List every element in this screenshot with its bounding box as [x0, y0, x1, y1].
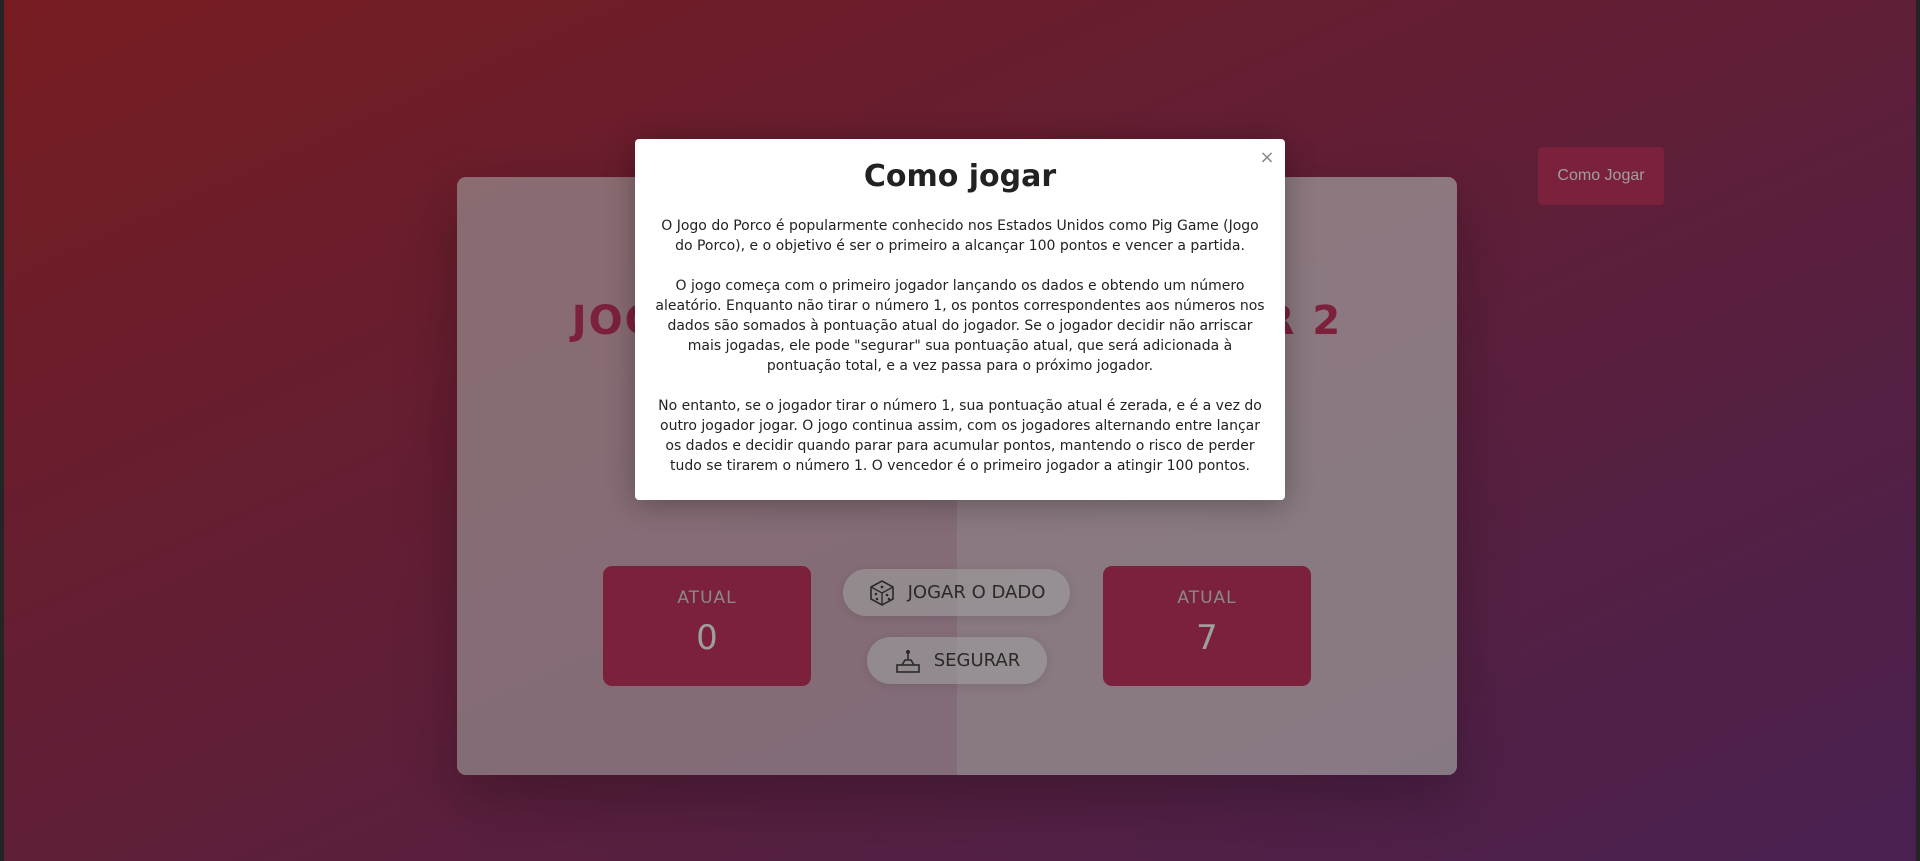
modal-paragraph: O jogo começa com o primeiro jogador lan… [655, 278, 1265, 374]
modal-paragraph: No entanto, se o jogador tirar o número … [658, 398, 1262, 474]
modal-title: Como jogar [863, 159, 1057, 194]
close-icon[interactable]: × [1259, 147, 1275, 168]
modal-paragraph: O Jogo do Porco é popularmente conhecido… [661, 218, 1259, 254]
how-to-play-modal: × Como jogar O Jogo do Porco é popularme… [635, 139, 1285, 500]
modal-body: O Jogo do Porco é popularmente conhecido… [635, 216, 1285, 476]
